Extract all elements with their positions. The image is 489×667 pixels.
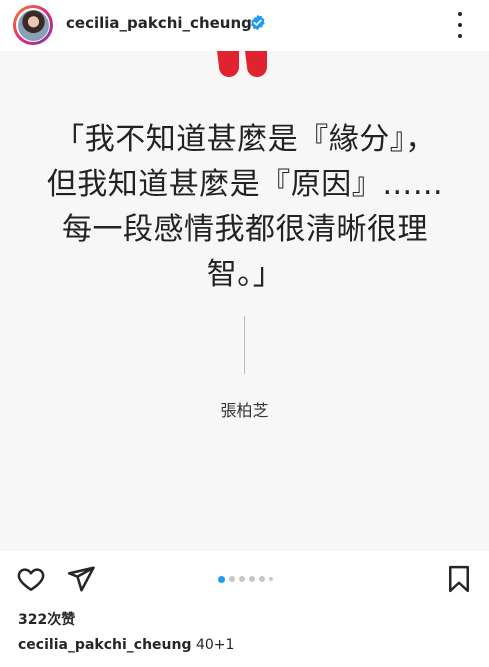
share-icon[interactable]: [66, 564, 96, 594]
divider-line: [244, 316, 245, 374]
post-image[interactable]: 「我不知道甚麼是『緣分』， 但我知道甚麼是『原因』…… 每一段感情我都很清晰很理…: [0, 51, 489, 551]
quote-text: 「我不知道甚麼是『緣分』， 但我知道甚麼是『原因』…… 每一段感情我都很清晰很理…: [46, 122, 444, 292]
more-options-icon[interactable]: [452, 12, 468, 38]
carousel-dot: [229, 576, 235, 582]
likes-count[interactable]: 322次赞: [18, 609, 75, 629]
caption-username[interactable]: cecilia_pakchi_cheung: [18, 637, 192, 653]
avatar-ring: [16, 8, 50, 42]
avatar-photo: [17, 9, 49, 41]
carousel-dot-small: [269, 577, 273, 581]
carousel-dot-active: [218, 575, 225, 583]
bookmark-icon[interactable]: [444, 564, 474, 594]
username-link[interactable]: cecilia_pakchi_cheung: [66, 14, 252, 32]
post-header: cecilia_pakchi_cheung: [0, 0, 489, 50]
carousel-dot: [249, 576, 255, 582]
avatar[interactable]: [13, 5, 53, 45]
heart-icon[interactable]: [16, 564, 46, 594]
quote-mark-icon: [217, 51, 267, 77]
quote-author: 張柏芝: [220, 401, 269, 420]
caption: cecilia_pakchi_cheung 40+1: [18, 637, 234, 653]
carousel-indicator: [218, 575, 273, 583]
carousel-dot: [239, 576, 245, 582]
action-bar: [0, 560, 489, 600]
caption-text: 40+1: [191, 637, 235, 653]
carousel-dot: [259, 576, 265, 582]
verified-badge-icon: [250, 14, 265, 31]
